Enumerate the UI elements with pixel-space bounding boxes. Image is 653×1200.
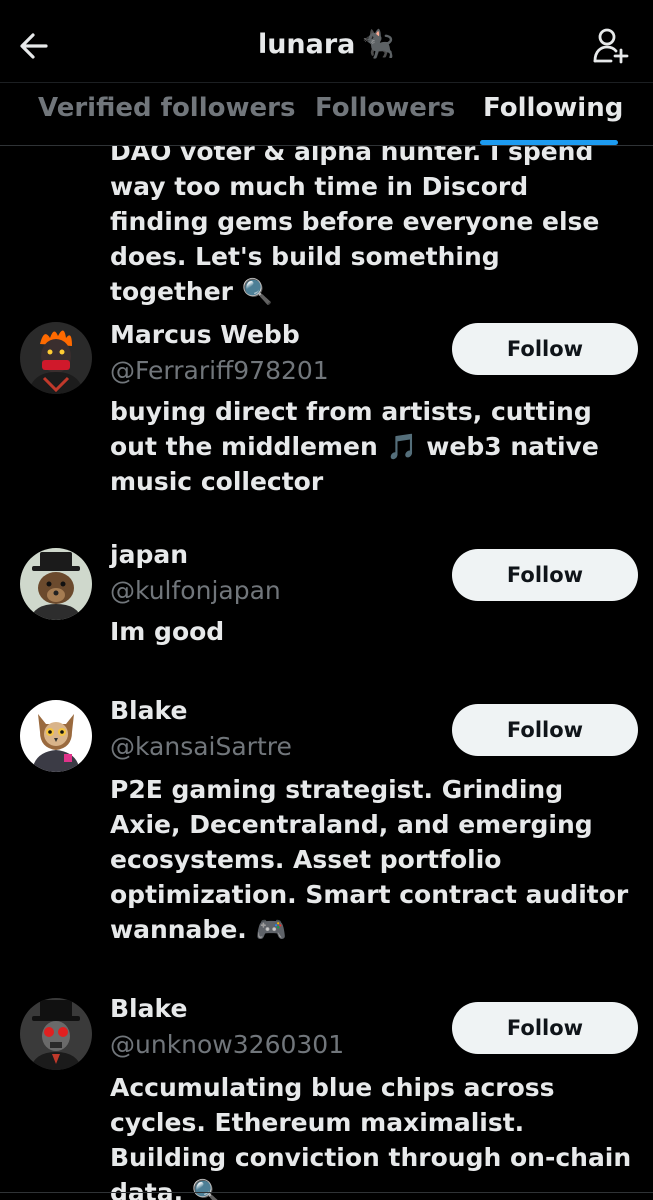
avatar[interactable] [20,998,92,1070]
user-name[interactable]: Blake [110,994,187,1023]
cat-emoji: 🐈‍⬛ [361,29,396,60]
user-handle[interactable]: @kulfonjapan [110,576,281,605]
user-bio: P2E gaming strategist. Grinding Axie, De… [110,775,629,944]
tab-bar: Verified followers Followers Following [0,82,653,146]
avatar[interactable] [20,548,92,620]
top-bar: lunara 🐈‍⬛ [0,0,653,82]
user-handle[interactable]: @Ferrariff978201 [110,356,329,385]
user-handle[interactable]: @unknow3260301 [110,1030,344,1059]
follow-button[interactable]: Follow [452,1002,638,1054]
user-name[interactable]: japan [110,540,188,569]
partial-user-bio: DAO voter & alpha hunter. I spend way to… [110,144,600,306]
user-name[interactable]: Blake [110,696,187,725]
tab-followers[interactable]: Followers [315,93,455,123]
active-tab-indicator [480,140,618,145]
user-bio: buying direct from artists, cutting out … [110,397,599,496]
avatar[interactable] [20,322,92,394]
tab-following[interactable]: Following [483,93,623,123]
tab-verified-followers[interactable]: Verified followers [38,93,295,123]
follow-button[interactable]: Follow [452,323,638,375]
follow-button[interactable]: Follow [452,549,638,601]
page-title-text: lunara [257,29,356,60]
add-user-button[interactable] [591,26,631,66]
user-bio: Accumulating blue chips across cycles. E… [110,1073,632,1200]
user-bio: Im good [110,617,225,646]
divider [0,1192,653,1193]
user-name[interactable]: Marcus Webb [110,320,300,349]
page-title: lunara 🐈‍⬛ [0,28,653,60]
avatar[interactable] [20,700,92,772]
follow-button[interactable]: Follow [452,704,638,756]
user-handle[interactable]: @kansaiSartre [110,732,292,761]
following-list[interactable]: DAO voter & alpha hunter. I spend way to… [0,144,653,1200]
person-add-icon [593,28,629,64]
